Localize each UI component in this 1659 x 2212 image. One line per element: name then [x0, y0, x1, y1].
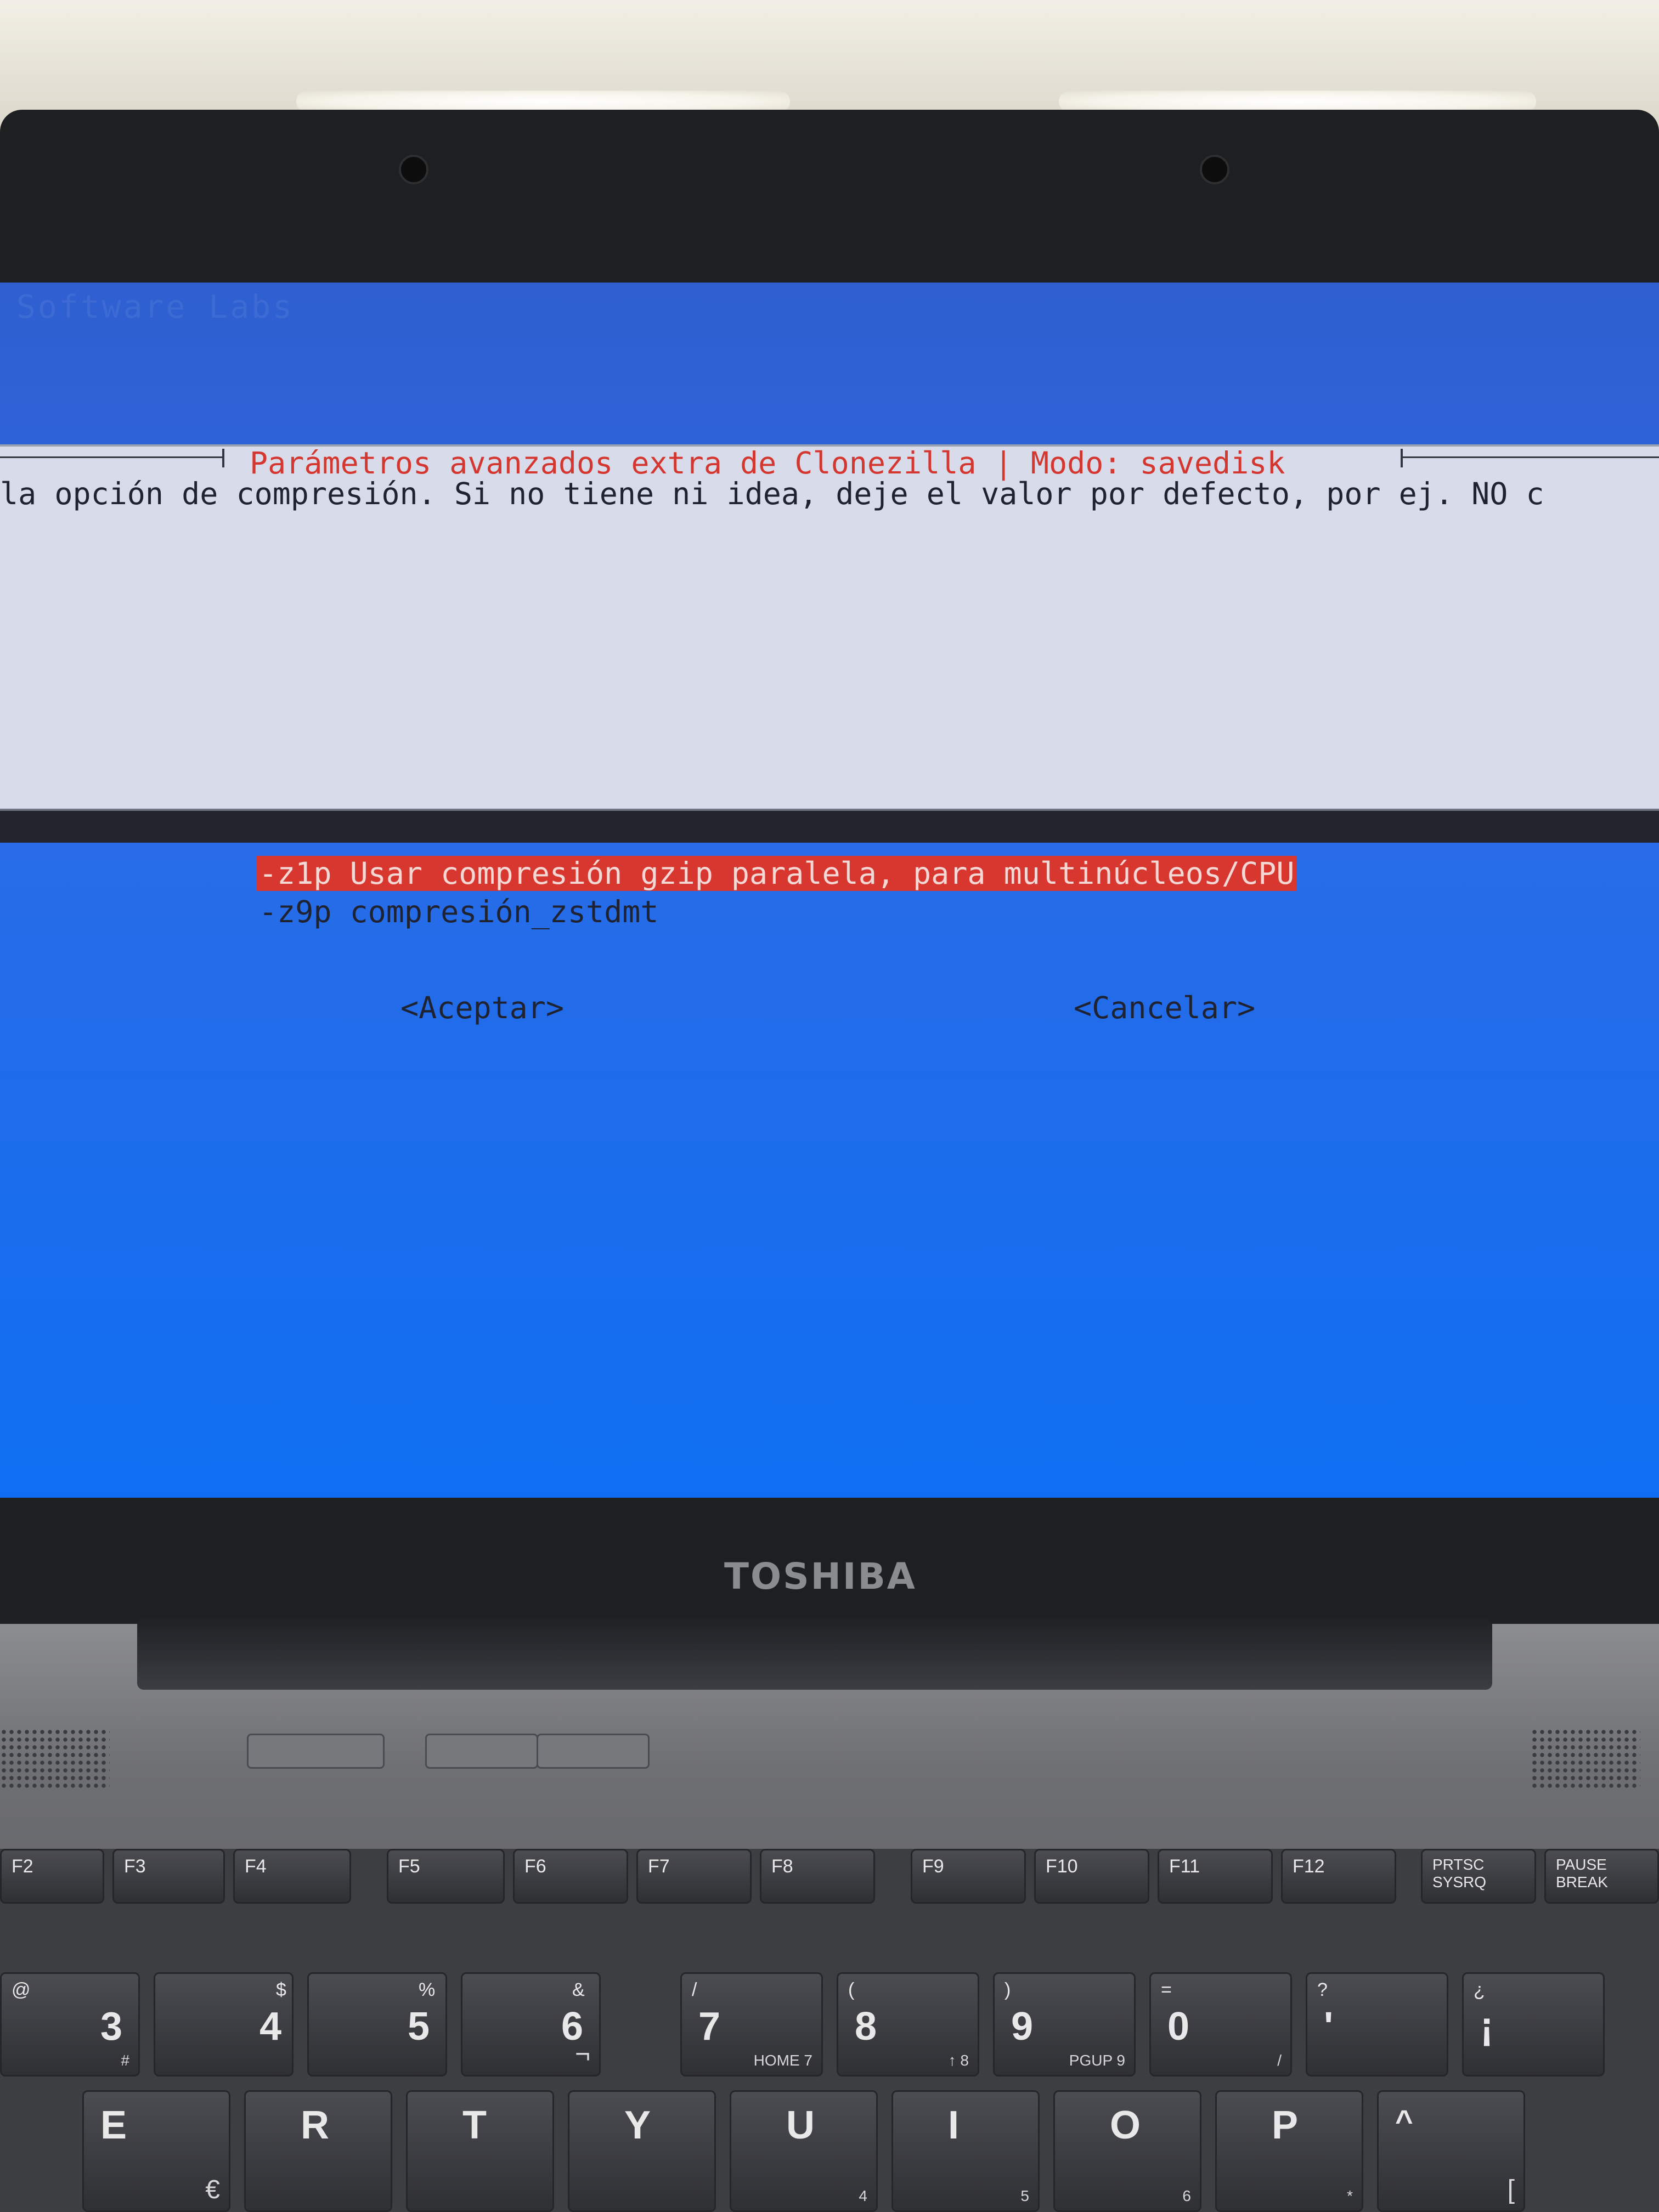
ceiling-light-left — [296, 91, 790, 112]
ceiling-light-right — [1059, 91, 1536, 112]
key-f3[interactable]: F3 — [112, 1849, 225, 1904]
dialog-frame-tick-left — [222, 449, 224, 467]
key-4[interactable]: $4 — [154, 1972, 294, 2076]
key-5[interactable]: % 5 — [307, 1972, 447, 2076]
key-e[interactable]: E € — [82, 2090, 230, 2212]
key-r[interactable]: R — [244, 2090, 392, 2212]
key-pause[interactable]: PAUSE BREAK — [1544, 1849, 1659, 1904]
key-f11[interactable]: F11 — [1158, 1849, 1273, 1904]
key-f4[interactable]: F4 — [233, 1849, 351, 1904]
key-6[interactable]: & 6 ¬ — [461, 1972, 601, 2076]
dialog-shadow — [0, 811, 1659, 843]
key-7[interactable]: /7 HOME 7 — [680, 1972, 823, 2076]
media-button-2[interactable] — [537, 1734, 650, 1769]
key-f12[interactable]: F12 — [1281, 1849, 1396, 1904]
power-button[interactable] — [247, 1734, 385, 1769]
key-t[interactable]: T — [406, 2090, 554, 2212]
key-f2[interactable]: F2 — [0, 1849, 104, 1904]
key-o[interactable]: O6 — [1053, 2090, 1201, 2212]
key-0[interactable]: = 0/ — [1149, 1972, 1292, 2076]
key-i[interactable]: I5 — [891, 2090, 1040, 2212]
keyboard: F2 F3 F4 F5 F6 F7 F8 F9 F10 F11 F12 PRTS… — [0, 1849, 1659, 2212]
key-y[interactable]: Y — [568, 2090, 716, 2212]
media-button-1[interactable] — [425, 1734, 538, 1769]
cancel-button[interactable]: <Cancelar> — [1074, 990, 1255, 1025]
key-f9[interactable]: F9 — [911, 1849, 1026, 1904]
key-inverted-exclamation[interactable]: ¿ ¡ — [1462, 1972, 1605, 2076]
sensor-icon — [1200, 155, 1229, 184]
dialog-prompt: la opción de compresión. Si no tiene ni … — [0, 476, 1544, 511]
key-f8[interactable]: F8 — [760, 1849, 875, 1904]
webcam-icon — [399, 155, 428, 184]
key-8[interactable]: (8 ↑ 8 — [837, 1972, 979, 2076]
key-caret[interactable]: ^[ — [1377, 2090, 1525, 2212]
option-z9p[interactable]: -z9p compresión_zstdmt — [257, 894, 661, 929]
option-z1p[interactable]: -z1p Usar compresión gzip paralela, para… — [257, 856, 1297, 891]
key-u[interactable]: U4 — [730, 2090, 878, 2212]
laptop-hinge — [137, 1618, 1492, 1690]
key-prtsc[interactable]: PRTSC SYSRQ — [1421, 1849, 1536, 1904]
key-f5[interactable]: F5 — [387, 1849, 505, 1904]
key-f10[interactable]: F10 — [1034, 1849, 1149, 1904]
speaker-right — [1531, 1728, 1640, 1788]
key-f6[interactable]: F6 — [513, 1849, 628, 1904]
dialog-title: Parámetros avanzados extra de Clonezilla… — [250, 445, 1285, 481]
key-p[interactable]: P * — [1215, 2090, 1363, 2212]
accept-button[interactable]: <Aceptar> — [400, 990, 564, 1025]
key-f7[interactable]: F7 — [636, 1849, 752, 1904]
brand-logo: TOSHIBA — [724, 1555, 917, 1598]
dialog-frame-line-left — [0, 456, 222, 458]
ghost-text: Software Labs — [16, 288, 294, 325]
dialog-frame-tick-right — [1401, 449, 1403, 467]
key-9[interactable]: ) 9 PGUP 9 — [993, 1972, 1136, 2076]
dialog-frame-line-right — [1402, 456, 1659, 458]
key-apostrophe[interactable]: ? ' — [1306, 1972, 1448, 2076]
speaker-left — [0, 1728, 110, 1788]
key-3[interactable]: @3 # — [0, 1972, 140, 2076]
